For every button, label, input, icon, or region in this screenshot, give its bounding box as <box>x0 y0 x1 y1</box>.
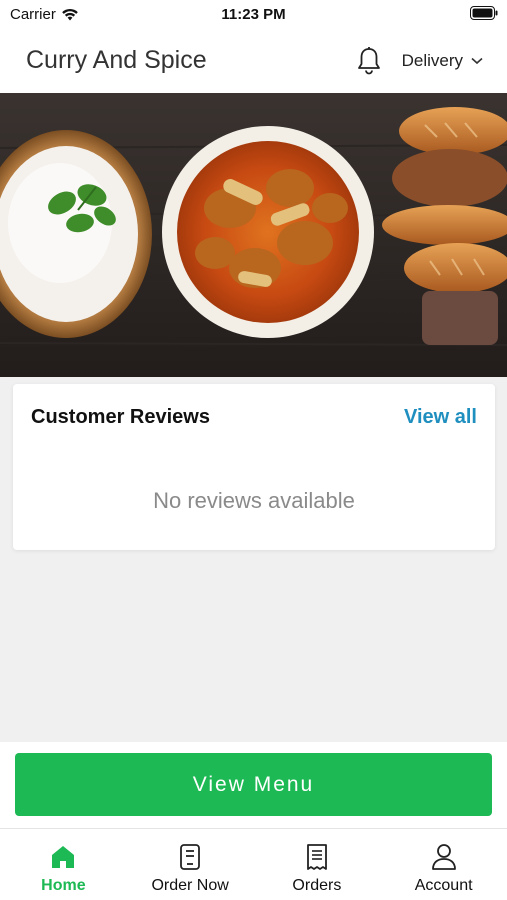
receipt-icon <box>303 843 331 871</box>
hero-food-image <box>0 93 507 377</box>
app-header: Curry And Spice Delivery <box>0 28 507 93</box>
view-menu-button[interactable]: View Menu <box>15 753 492 816</box>
no-reviews-message: No reviews available <box>153 488 355 513</box>
bell-icon <box>357 46 380 74</box>
customer-reviews-card: Customer Reviews View all No reviews ava… <box>13 384 495 550</box>
wifi-icon <box>62 8 78 20</box>
carrier-label: Carrier <box>10 5 56 23</box>
notifications-button[interactable] <box>354 45 384 77</box>
delivery-mode-selector[interactable]: Delivery <box>402 51 483 71</box>
user-icon <box>430 843 458 871</box>
status-bar: Carrier 11:23 PM <box>0 0 507 28</box>
bottom-tab-bar: Home Order Now Orders Account <box>0 828 507 900</box>
delivery-mode-label: Delivery <box>401 50 463 70</box>
tab-account-label: Account <box>414 877 473 894</box>
tab-orders[interactable]: Orders <box>254 829 381 900</box>
tab-orders-label: Orders <box>292 877 342 894</box>
home-icon <box>49 843 77 871</box>
tab-order-now-label: Order Now <box>151 877 229 894</box>
tab-account[interactable]: Account <box>380 829 507 900</box>
carrier-indicator: Carrier <box>10 6 79 23</box>
chevron-down-icon <box>471 57 483 64</box>
tab-home[interactable]: Home <box>0 829 127 900</box>
view-all-reviews-link[interactable]: View all <box>404 406 477 429</box>
reviews-heading: Customer Reviews <box>31 406 210 428</box>
restaurant-title: Curry And Spice <box>26 46 207 74</box>
tab-home-label: Home <box>41 877 86 894</box>
tab-order-now[interactable]: Order Now <box>127 829 254 900</box>
battery-icon <box>470 6 498 20</box>
order-icon <box>176 843 204 871</box>
